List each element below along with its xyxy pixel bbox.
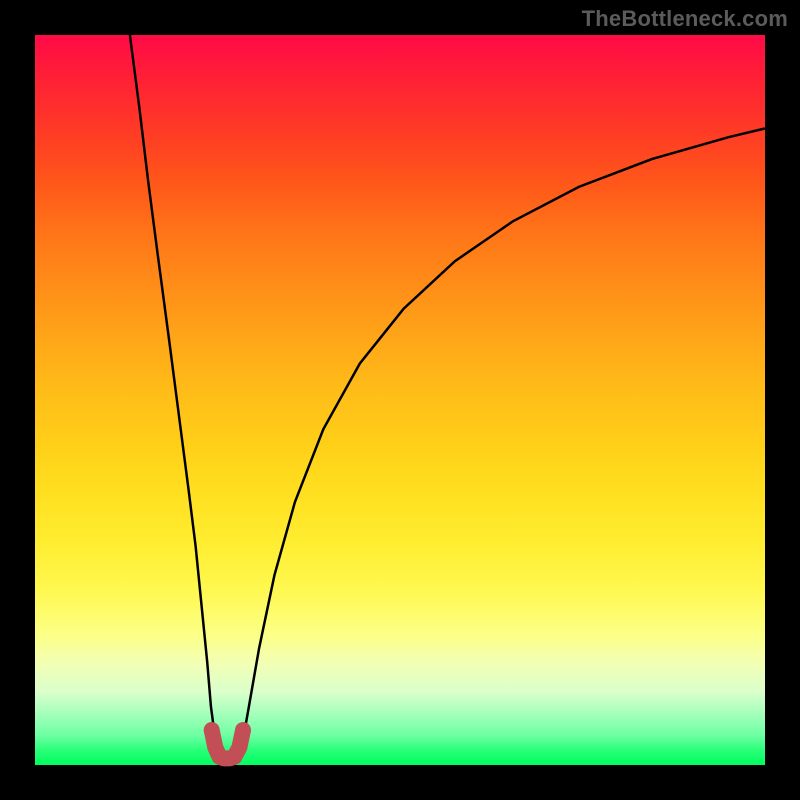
watermark-text: TheBottleneck.com bbox=[582, 6, 788, 32]
curve-left-branch bbox=[130, 35, 215, 739]
curve-right-branch bbox=[243, 128, 765, 739]
chart-curve bbox=[35, 35, 765, 765]
curve-bottom-bump bbox=[212, 730, 243, 758]
